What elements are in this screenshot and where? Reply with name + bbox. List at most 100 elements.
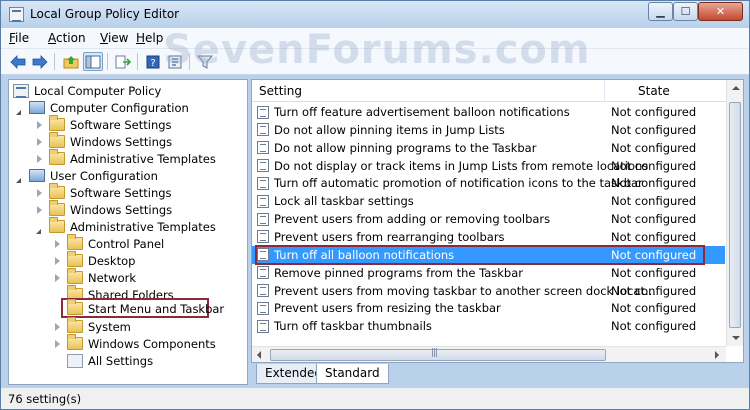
tree-item-cc-administrative-templates[interactable]: Administrative Templates xyxy=(35,149,216,167)
scroll-right-icon[interactable] xyxy=(715,351,719,359)
settings-list-pane[interactable]: Setting State Turn off feature advertise… xyxy=(251,79,744,363)
horizontal-scroll-thumb[interactable] xyxy=(270,348,606,361)
tree-label: User Configuration xyxy=(50,168,158,183)
scroll-up-icon[interactable] xyxy=(732,86,740,90)
collapsed-arrow-icon[interactable] xyxy=(35,120,45,130)
collapsed-arrow-icon[interactable] xyxy=(35,137,45,147)
menu-help[interactable]: Help xyxy=(136,31,163,45)
policy-setting-icon xyxy=(257,141,269,155)
folder-icon xyxy=(49,183,65,199)
vertical-scrollbar[interactable] xyxy=(726,80,743,346)
tree-label: Windows Components xyxy=(88,336,216,351)
tree-item-uc-windows-settings[interactable]: Windows Settings xyxy=(35,200,173,218)
maximize-button[interactable]: ☐ xyxy=(673,2,698,21)
tree-item-network[interactable]: Network xyxy=(53,268,136,286)
tree-item-uc-administrative-templates[interactable]: Administrative Templates xyxy=(35,217,216,235)
row-setting-name: Do not display or track items in Jump Li… xyxy=(274,158,649,173)
policy-setting-icon xyxy=(257,176,269,190)
policy-editor-icon xyxy=(9,7,24,22)
collapsed-arrow-icon[interactable] xyxy=(53,273,63,283)
tab-standard[interactable]: Standard xyxy=(316,364,389,384)
collapsed-arrow-icon[interactable] xyxy=(53,339,63,349)
tree-label: System xyxy=(88,319,131,334)
column-divider[interactable] xyxy=(604,80,605,102)
menu-action[interactable]: Action xyxy=(48,31,86,45)
minimize-button[interactable]: ▁ xyxy=(648,2,673,21)
no-arrow-spacer xyxy=(53,304,63,314)
expanded-arrow-icon[interactable] xyxy=(15,171,25,181)
collapsed-arrow-icon[interactable] xyxy=(53,322,63,332)
show-hide-tree-icon[interactable] xyxy=(83,52,103,71)
collapsed-arrow-icon[interactable] xyxy=(53,256,63,266)
table-row[interactable]: Turn off automatic promotion of notifica… xyxy=(252,174,725,192)
table-row[interactable]: Do not display or track items in Jump Li… xyxy=(252,157,725,175)
table-row[interactable]: Remove pinned programs from the Taskbar N… xyxy=(252,264,725,282)
tree-pane[interactable]: Local Computer Policy Computer Configura… xyxy=(8,79,248,385)
tree-item-start-menu-and-taskbar[interactable]: Start Menu and Taskbar xyxy=(53,299,224,317)
menu-view[interactable]: View xyxy=(100,31,128,45)
folder-icon xyxy=(49,200,65,216)
policy-setting-icon xyxy=(257,123,269,137)
column-header-state[interactable]: State xyxy=(638,84,670,98)
expanded-arrow-icon[interactable] xyxy=(15,103,25,113)
folder-icon xyxy=(67,234,83,250)
row-setting-name: Lock all taskbar settings xyxy=(274,194,414,209)
forward-arrow-icon[interactable] xyxy=(30,52,50,71)
collapsed-arrow-icon[interactable] xyxy=(35,205,45,215)
folder-open-icon xyxy=(67,299,83,315)
table-row[interactable]: Do not allow pinning items in Jump Lists… xyxy=(252,121,725,139)
tree-item-windows-components[interactable]: Windows Components xyxy=(53,334,216,352)
help-icon[interactable]: ? xyxy=(143,52,163,71)
tree-item-user-configuration[interactable]: User Configuration xyxy=(15,167,158,184)
scroll-left-icon[interactable] xyxy=(257,351,261,359)
table-row[interactable]: Turn off feature advertisement balloon n… xyxy=(252,103,725,121)
collapsed-arrow-icon[interactable] xyxy=(53,239,63,249)
tree-label: Administrative Templates xyxy=(70,219,216,234)
export-list-icon[interactable] xyxy=(113,52,133,71)
vertical-scroll-thumb[interactable] xyxy=(729,102,741,328)
scroll-down-icon[interactable] xyxy=(732,336,740,340)
column-header-setting[interactable]: Setting xyxy=(259,84,302,98)
menu-file-rest: ile xyxy=(15,31,30,45)
tree-item-control-panel[interactable]: Control Panel xyxy=(53,234,164,252)
tree-item-cc-windows-settings[interactable]: Windows Settings xyxy=(35,132,172,150)
table-row[interactable]: Turn off taskbar thumbnails Not configure… xyxy=(252,317,725,335)
tree-item-system[interactable]: System xyxy=(53,317,131,335)
tree-item-all-settings[interactable]: All Settings xyxy=(53,352,153,369)
folder-icon xyxy=(67,334,83,350)
tree-item-cc-software-settings[interactable]: Software Settings xyxy=(35,115,172,133)
back-arrow-icon[interactable] xyxy=(8,52,28,71)
tree-item-uc-software-settings[interactable]: Software Settings xyxy=(35,183,172,201)
close-button[interactable]: ✕ xyxy=(698,2,743,21)
app-window: Local Group Policy Editor ▁ ☐ ✕ File Act… xyxy=(0,0,750,410)
title-bar[interactable]: Local Group Policy Editor ▁ ☐ ✕ xyxy=(1,1,749,28)
collapsed-arrow-icon[interactable] xyxy=(35,188,45,198)
properties-icon[interactable] xyxy=(165,52,185,71)
table-row[interactable]: Do not allow pinning programs to the Tas… xyxy=(252,139,725,157)
policy-icon xyxy=(13,83,29,98)
table-row[interactable]: Lock all taskbar settings Not configured xyxy=(252,192,725,210)
user-icon xyxy=(29,169,45,182)
table-row[interactable]: Prevent users from moving taskbar to ano… xyxy=(252,282,725,300)
computer-icon xyxy=(29,101,45,114)
expanded-arrow-icon[interactable] xyxy=(35,222,45,232)
tree-label: Software Settings xyxy=(70,117,172,132)
table-row[interactable]: Prevent users from rearranging toolbars N… xyxy=(252,228,725,246)
menu-file[interactable]: File xyxy=(9,31,29,45)
tree-item-desktop[interactable]: Desktop xyxy=(53,251,135,269)
up-folder-icon[interactable] xyxy=(61,52,81,71)
menu-action-rest: ction xyxy=(56,31,86,45)
filter-icon[interactable] xyxy=(195,52,215,71)
tree-item-computer-configuration[interactable]: Computer Configuration xyxy=(15,99,189,116)
row-setting-name: Prevent users from adding or removing to… xyxy=(274,212,551,227)
tree-label: Administrative Templates xyxy=(70,151,216,166)
table-row[interactable]: Prevent users from adding or removing to… xyxy=(252,210,725,228)
menu-help-rest: elp xyxy=(145,31,164,45)
horizontal-scrollbar[interactable] xyxy=(252,346,726,362)
table-row[interactable]: Turn off all balloon notifications Not co… xyxy=(252,245,725,264)
table-row[interactable]: Prevent users from resizing the taskbar N… xyxy=(252,299,725,317)
toolbar-separator xyxy=(107,53,108,70)
collapsed-arrow-icon[interactable] xyxy=(35,154,45,164)
tree-item-local-computer-policy[interactable]: Local Computer Policy xyxy=(13,82,161,99)
tree-label: Windows Settings xyxy=(70,202,173,217)
